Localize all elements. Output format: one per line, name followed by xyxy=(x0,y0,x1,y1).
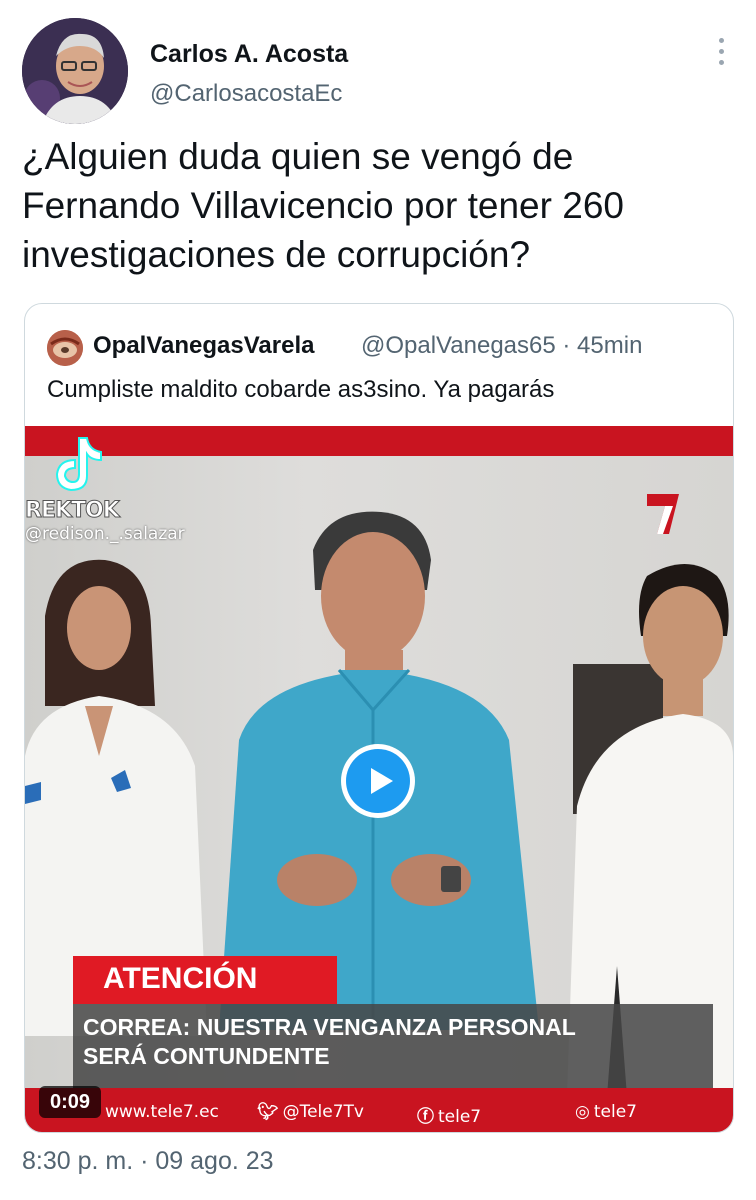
author-name[interactable]: Carlos A. Acosta xyxy=(150,40,348,69)
tiktok-logo-icon xyxy=(49,434,105,494)
facebook-icon: ⓕ xyxy=(417,1107,434,1127)
video-banner-attention: ATENCIÓN xyxy=(73,956,337,1004)
footer-instagram-text: tele7 xyxy=(593,1102,637,1122)
author-handle[interactable]: @CarlosacostaEc xyxy=(150,80,342,108)
video-duration-badge: 0:09 xyxy=(39,1086,101,1118)
quoted-tweet-text: Cumpliste maldito cobarde as3sino. Ya pa… xyxy=(47,376,555,403)
quoted-author-name[interactable]: OpalVanegasVarela xyxy=(93,332,314,360)
tweet-text-line: ¿Alguien duda quien se vengó de xyxy=(22,136,574,177)
footer-twitter-text: @Tele7Tv xyxy=(282,1102,364,1122)
twitter-bird-icon: 🐦︎ xyxy=(257,1102,279,1122)
video-watermark-app: REKTOK xyxy=(25,498,120,524)
play-icon[interactable] xyxy=(346,749,410,813)
footer-website: www.tele7.ec xyxy=(105,1102,219,1122)
tele7-logo-icon xyxy=(643,492,683,536)
footer-facebook-text: tele7 xyxy=(438,1107,482,1127)
footer-instagram: ◎ tele7 xyxy=(575,1102,637,1122)
tweet-text-line: Fernando Villavicencio por tener 260 xyxy=(22,185,624,226)
footer-facebook: ⓕ tele7 xyxy=(417,1102,481,1127)
video-player[interactable]: REKTOK @redison._.salazar ATENCIÓN CORRE… xyxy=(25,426,733,1132)
quoted-author-handle-time[interactable]: @OpalVanegas65 · 45min xyxy=(361,332,642,360)
tweet-text: ¿Alguien duda quien se vengó de Fernando… xyxy=(22,132,734,279)
more-options-icon[interactable] xyxy=(714,38,728,78)
tweet-header: Carlos A. Acosta @CarlosacostaEc xyxy=(22,18,734,124)
author-avatar[interactable] xyxy=(22,18,128,124)
quoted-author-avatar[interactable] xyxy=(47,330,83,366)
play-button[interactable] xyxy=(341,744,415,818)
video-headline-line: CORREA: NUESTRA VENGANZA PERSONAL xyxy=(83,1014,576,1040)
footer-website-text: www.tele7.ec xyxy=(105,1102,219,1122)
quoted-tweet-card[interactable]: OpalVanegasVarela @OpalVanegas65 · 45min… xyxy=(24,303,734,1133)
video-headline-line: SERÁ CONTUNDENTE xyxy=(83,1043,330,1069)
video-top-bar xyxy=(25,426,733,456)
video-watermark-user: @redison._.salazar xyxy=(25,524,185,544)
instagram-icon: ◎ xyxy=(575,1102,590,1122)
tweet-text-line: investigaciones de corrupción? xyxy=(22,234,531,275)
tweet-timestamp[interactable]: 8:30 p. m. · 09 ago. 23 xyxy=(22,1147,274,1176)
footer-twitter: 🐦︎ @Tele7Tv xyxy=(257,1102,364,1122)
